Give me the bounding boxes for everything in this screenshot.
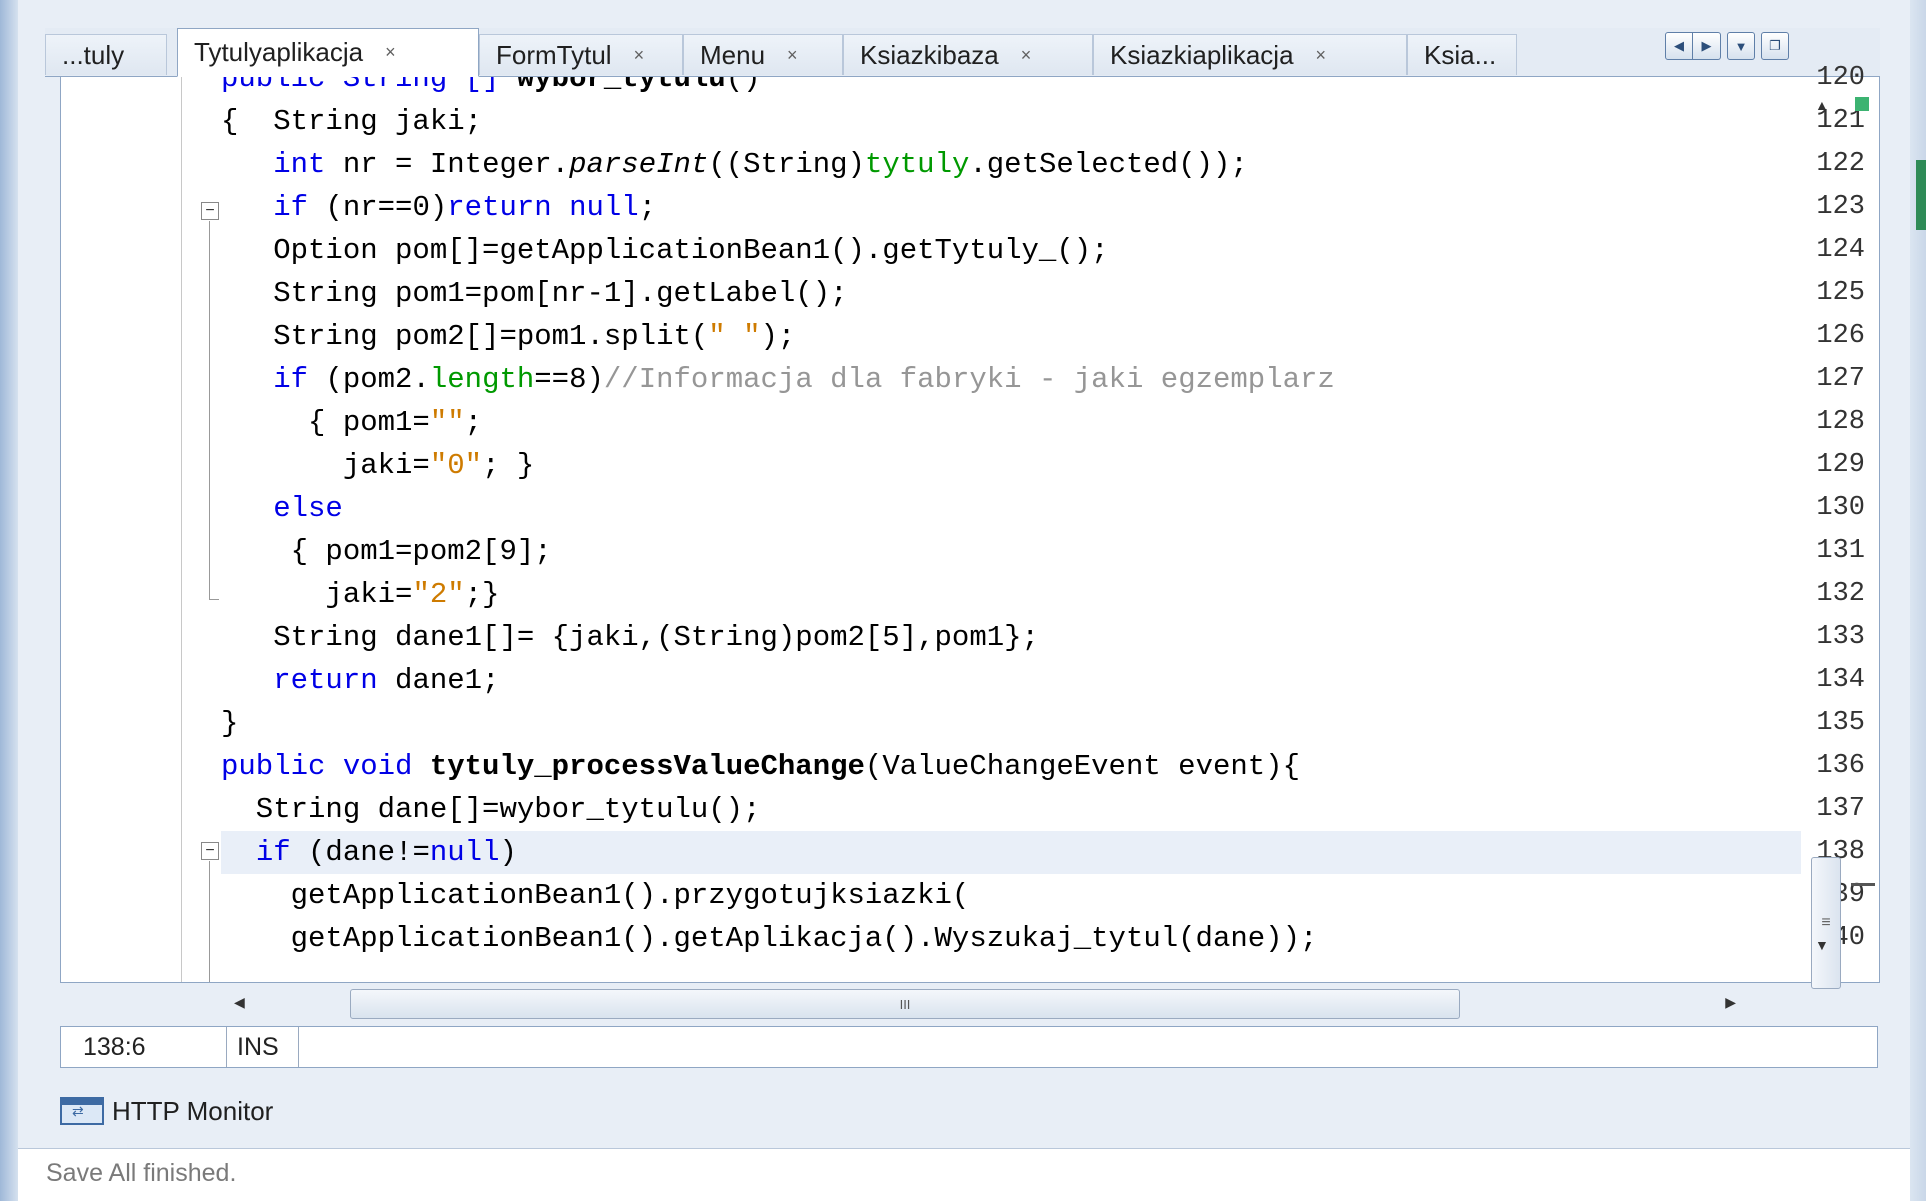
code-line-137: String dane[]=wybor_tytulu(); — [221, 793, 761, 826]
right-window-edge — [1910, 0, 1926, 1201]
code-line-133: String dane1[]= {jaki,(String)pom2[5],po… — [221, 621, 1039, 654]
code-line-140: getApplicationBean1().getAplikacja().Wys… — [221, 922, 1318, 955]
code-line-120: public String [] wybor_tytulu() — [221, 77, 761, 100]
http-monitor-icon — [60, 1097, 104, 1125]
scroll-down-icon[interactable]: ▼ — [1815, 937, 1829, 953]
error-stripe[interactable] — [1851, 77, 1879, 982]
tab-ksiazkibaza[interactable]: Ksiazkibaza × — [843, 34, 1093, 75]
tab-label: Ksia... — [1424, 39, 1497, 70]
code-line-134: return dane1; — [273, 664, 500, 697]
fold-guide-end — [209, 599, 219, 600]
http-monitor-tab[interactable]: HTTP Monitor — [60, 1088, 273, 1134]
fold-collapse-icon[interactable]: − — [201, 842, 219, 860]
tab-label: Menu — [700, 39, 766, 70]
tab-label: Ksiazkibaza — [860, 39, 999, 70]
tab-label: Ksiazkiaplikacja — [1110, 39, 1294, 70]
code-line-124: Option pom[]=getApplicationBean1().getTy… — [221, 234, 1109, 267]
caret-position: 138:6 — [61, 1027, 227, 1067]
vertical-scrollbar[interactable]: ▲ ≡ ▼ — [1801, 77, 1841, 989]
scroll-tabs-right-icon[interactable]: ▶ — [1693, 32, 1721, 60]
close-icon[interactable]: × — [634, 45, 645, 66]
code-line-135: } — [221, 707, 239, 740]
editor-status-bar: 138:6 INS — [60, 1026, 1878, 1068]
code-line-127: if (pom2.length==8)//Informacja dla fabr… — [273, 363, 1335, 396]
fold-guide — [209, 861, 210, 982]
insert-mode[interactable]: INS — [227, 1027, 299, 1067]
no-errors-status-icon — [1855, 97, 1869, 111]
method-name: wybor_tytulu — [516, 77, 726, 95]
close-icon[interactable]: × — [385, 42, 396, 63]
tab-label: ...tuly — [62, 39, 125, 70]
edge-marker — [1916, 160, 1926, 230]
vertical-scroll-thumb[interactable]: ≡ — [1811, 857, 1841, 989]
caret-position-marker[interactable] — [1851, 883, 1875, 886]
fold-collapse-icon[interactable]: − — [201, 202, 219, 220]
tab-list-dropdown-icon[interactable]: ▼ — [1727, 32, 1755, 60]
scroll-tabs-left-icon[interactable]: ◀ — [1665, 32, 1693, 60]
left-window-edge — [0, 0, 18, 1201]
tab-menu[interactable]: Menu × — [683, 34, 843, 75]
horizontal-scrollbar[interactable]: ◀ III ▶ — [190, 986, 1770, 1024]
tab-label: FormTytul — [496, 39, 612, 70]
tab-tytulyaplikacja[interactable]: Tytulyaplikacja × — [177, 28, 479, 77]
scroll-right-icon[interactable]: ▶ — [1725, 994, 1736, 1011]
status-bar: Save All finished. — [18, 1148, 1910, 1202]
scroll-left-icon[interactable]: ◀ — [234, 994, 245, 1011]
code-line-132: jaki="2";} — [221, 578, 500, 611]
code-line-126: String pom2[]=pom1.split(" "); — [221, 320, 796, 353]
code-line-138-current: if (dane!=null) — [221, 831, 1801, 874]
code-line-125: String pom1=pom[nr-1].getLabel(); — [221, 277, 848, 310]
tab-ksia-truncated[interactable]: Ksia... — [1407, 34, 1517, 75]
tab-label: Tytulyaplikacja — [194, 37, 364, 67]
close-icon[interactable]: × — [1021, 45, 1032, 66]
fold-guide — [209, 221, 210, 599]
tab-formtytul[interactable]: FormTytul × — [479, 34, 683, 75]
code-line-136: public void tytuly_processValueChange(Va… — [221, 750, 1300, 783]
code-line-131: { pom1=pom2[9]; — [221, 535, 552, 568]
code-line-121: { String jaki; — [221, 105, 483, 138]
close-icon[interactable]: × — [787, 45, 798, 66]
tab-navigation: ◀ ▶ ▼ ❐ — [1665, 32, 1789, 60]
restore-window-icon[interactable]: ❐ — [1761, 32, 1789, 60]
code-line-129: jaki="0"; } — [221, 449, 535, 482]
method-name: tytuly_processValueChange — [429, 750, 865, 783]
tab-ksiazkiaplikacja[interactable]: Ksiazkiaplikacja × — [1093, 34, 1407, 75]
code-editor[interactable]: − − public String [] wybor_tytulu() { St… — [60, 63, 1880, 989]
code-line-139: getApplicationBean1().przygotujksiazki( — [221, 879, 970, 912]
line-number-gutter — [61, 77, 182, 982]
http-monitor-label: HTTP Monitor — [112, 1095, 274, 1126]
code-line-123: if (nr==0)return null; — [273, 191, 657, 224]
close-icon[interactable]: × — [1316, 45, 1327, 66]
code-line-122: int nr = Integer.parseInt((String)tytuly… — [273, 148, 1248, 181]
editor-tab-bar: ...tuly Tytulyaplikacja × FormTytul × Me… — [45, 28, 1880, 77]
code-line-128: { pom1=""; — [221, 406, 483, 439]
scroll-up-icon[interactable]: ▲ — [1815, 97, 1829, 113]
status-message: Save All finished. — [46, 1159, 237, 1187]
code-area[interactable]: public String [] wybor_tytulu() { String… — [221, 77, 1851, 982]
tab-tuly[interactable]: ...tuly — [45, 34, 167, 75]
horizontal-scroll-thumb[interactable]: III — [350, 989, 1460, 1019]
code-line-130: else — [273, 492, 343, 525]
